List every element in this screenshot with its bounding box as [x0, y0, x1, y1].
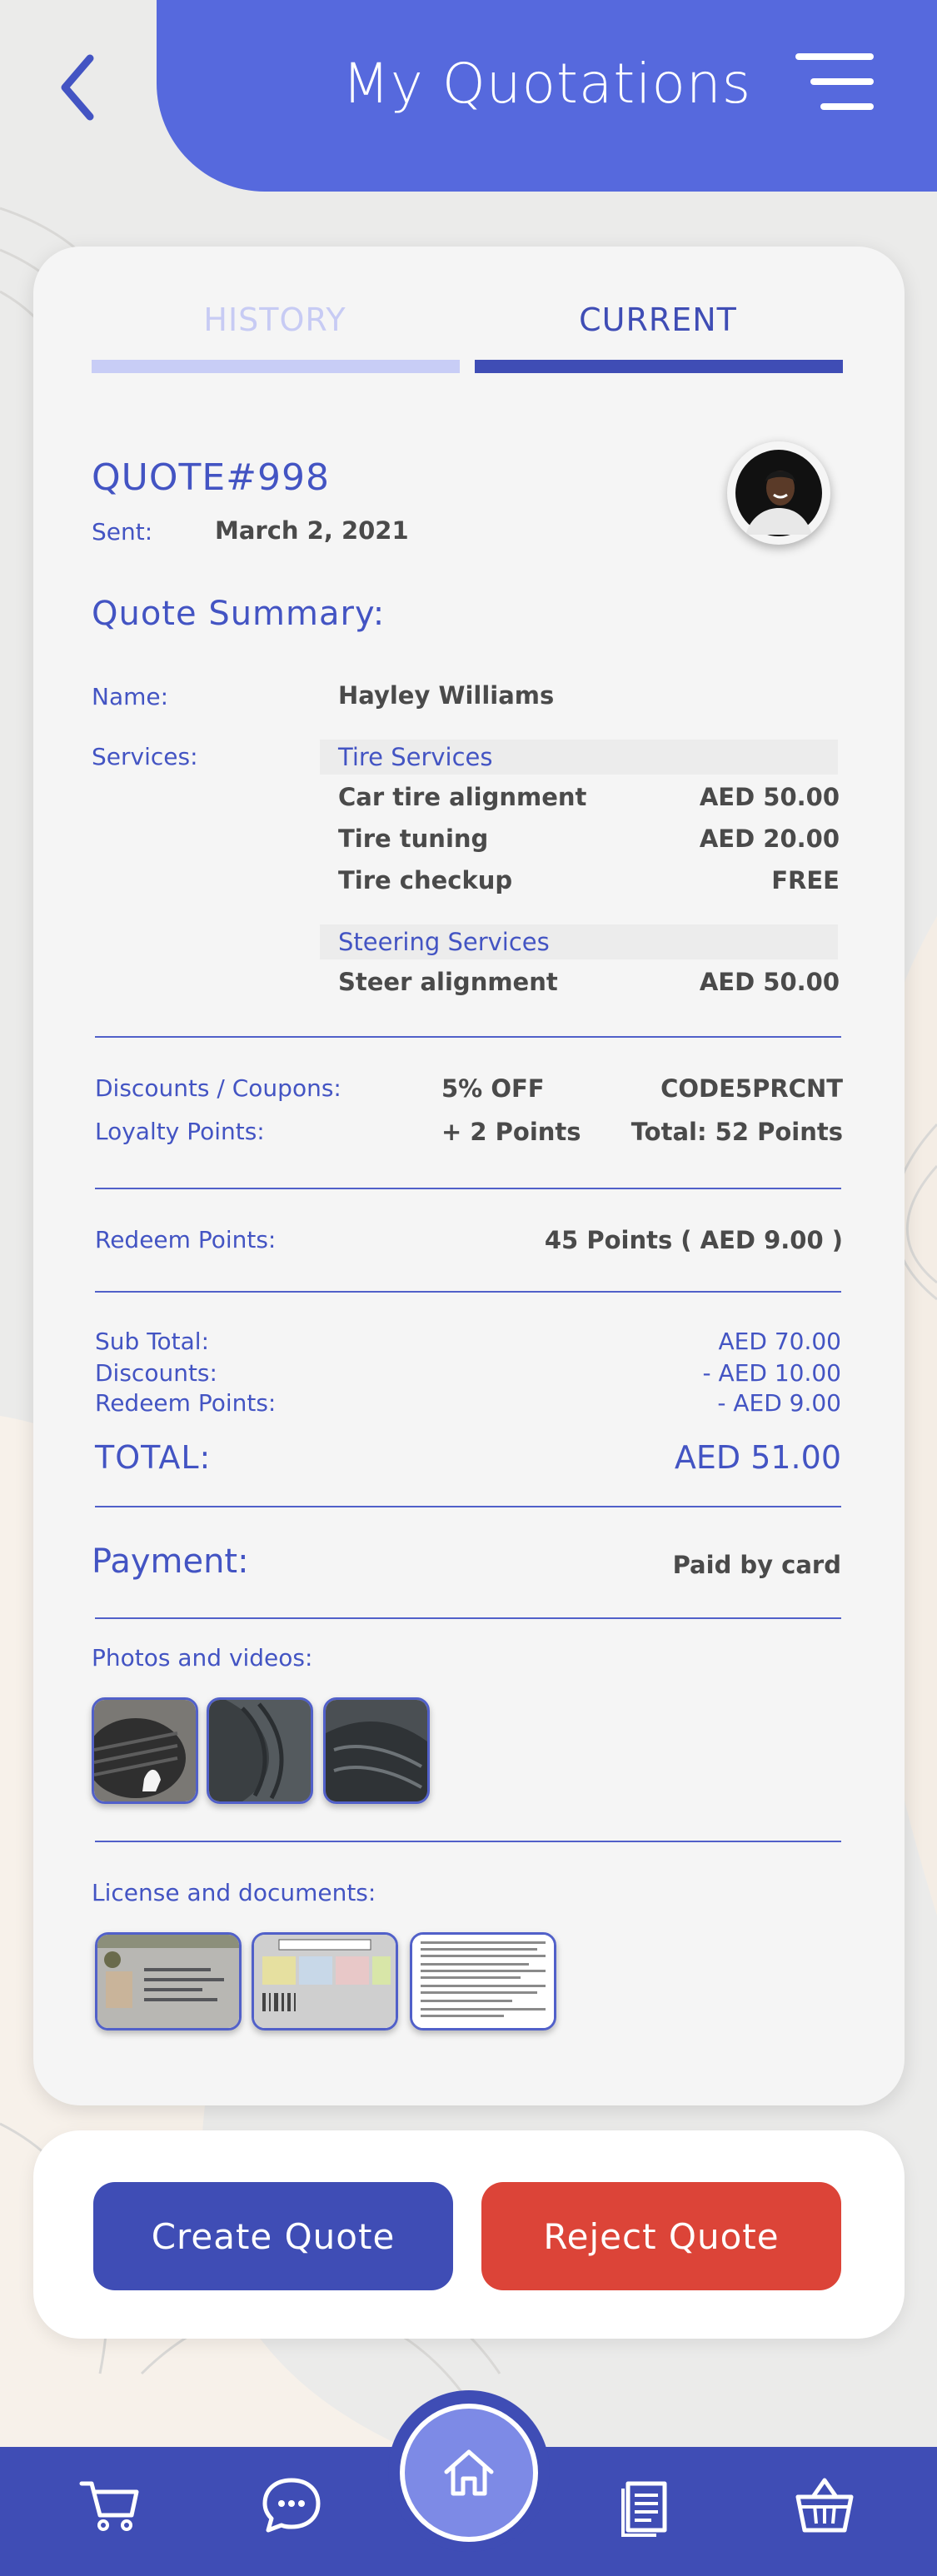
- redeem-value: 45 Points ( AED 9.00 ): [544, 1226, 843, 1254]
- name-label: Name:: [92, 683, 169, 710]
- redeem-summary-label: Redeem Points:: [95, 1389, 277, 1417]
- photos-label: Photos and videos:: [92, 1644, 313, 1672]
- service-item-name: Tire tuning: [338, 825, 489, 853]
- photo-thumbnail[interactable]: [207, 1697, 313, 1804]
- divider: [95, 1841, 841, 1842]
- hamburger-menu-icon[interactable]: [795, 53, 874, 115]
- quote-actions: Create Quote Reject Quote: [33, 2130, 905, 2339]
- service-item-price: FREE: [771, 866, 840, 894]
- total-value: AED 51.00: [674, 1439, 841, 1476]
- coupon-code: CODE5PRCNT: [660, 1074, 843, 1103]
- avatar-photo: [735, 450, 822, 536]
- services-label: Services:: [92, 743, 198, 770]
- sent-date: March 2, 2021: [215, 516, 409, 545]
- photo-thumbnail[interactable]: [92, 1697, 198, 1804]
- home-icon: [444, 2449, 494, 2496]
- service-category-tire: Tire Services: [338, 743, 493, 771]
- document-thumbnail-registration[interactable]: [252, 1932, 398, 2030]
- service-item-price: AED 50.00: [699, 968, 840, 996]
- quote-number: QUOTE#998: [92, 456, 330, 499]
- chat-icon[interactable]: [258, 2472, 325, 2539]
- create-quote-button[interactable]: Create Quote: [93, 2182, 453, 2290]
- loyalty-total: Total: 52 Points: [630, 1118, 843, 1146]
- cart-icon[interactable]: [77, 2472, 143, 2539]
- divider: [95, 1036, 841, 1038]
- document-thumbnail-text[interactable]: [410, 1932, 556, 2030]
- divider: [95, 1617, 841, 1619]
- service-item-name: Car tire alignment: [338, 783, 587, 811]
- service-item-name: Tire checkup: [338, 866, 513, 894]
- sent-label: Sent:: [92, 518, 153, 546]
- quote-card: HISTORY CURRENT QUOTE#998 Sent: March 2,…: [33, 247, 905, 2105]
- divider: [95, 1291, 841, 1293]
- page-header: My Quotations: [157, 0, 937, 192]
- nav-home-button[interactable]: [400, 2404, 538, 2542]
- divider: [95, 1506, 841, 1507]
- basket-icon[interactable]: [791, 2472, 858, 2539]
- loyalty-earned: + 2 Points: [441, 1118, 581, 1146]
- service-category-steering: Steering Services: [338, 928, 550, 956]
- discounts-summary-value: - AED 10.00: [702, 1359, 841, 1387]
- tab-history-indicator: [92, 360, 460, 373]
- redeem-summary-value: - AED 9.00: [717, 1389, 841, 1417]
- tab-current-indicator: [475, 360, 843, 373]
- payment-value: Paid by card: [672, 1551, 841, 1579]
- discounts-summary-label: Discounts:: [95, 1359, 217, 1387]
- redeem-label: Redeem Points:: [95, 1226, 277, 1253]
- customer-name: Hayley Williams: [338, 681, 555, 710]
- tab-current[interactable]: CURRENT: [475, 301, 841, 338]
- total-label: TOTAL:: [95, 1439, 212, 1476]
- documents-icon[interactable]: [613, 2472, 680, 2539]
- documents-label: License and documents:: [92, 1879, 376, 1906]
- service-item-price: AED 20.00: [699, 825, 840, 853]
- back-arrow-icon[interactable]: [50, 50, 108, 125]
- discount-value: 5% OFF: [441, 1074, 545, 1103]
- service-item-name: Steer alignment: [338, 968, 558, 996]
- photo-thumbnail[interactable]: [323, 1697, 430, 1804]
- tab-history[interactable]: HISTORY: [92, 301, 458, 338]
- discounts-label: Discounts / Coupons:: [95, 1074, 341, 1102]
- reject-quote-button[interactable]: Reject Quote: [481, 2182, 841, 2290]
- avatar[interactable]: [727, 441, 830, 545]
- subtotal-value: AED 70.00: [718, 1328, 841, 1355]
- divider: [95, 1188, 841, 1189]
- subtotal-label: Sub Total:: [95, 1328, 210, 1355]
- payment-label: Payment:: [92, 1542, 249, 1581]
- loyalty-label: Loyalty Points:: [95, 1118, 265, 1145]
- service-item-price: AED 50.00: [699, 783, 840, 811]
- document-thumbnail-license[interactable]: [95, 1932, 242, 2030]
- quote-summary-title: Quote Summary:: [92, 595, 386, 633]
